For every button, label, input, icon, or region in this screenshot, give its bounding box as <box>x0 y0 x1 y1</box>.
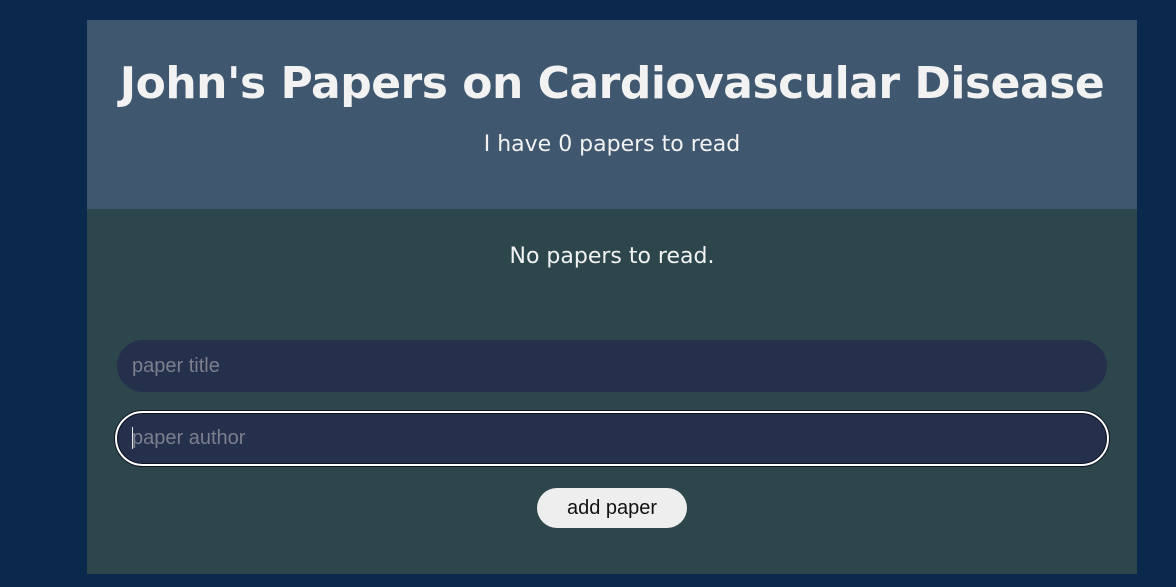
app-container: John's Papers on Cardiovascular Disease … <box>87 20 1137 574</box>
page-title: John's Papers on Cardiovascular Disease <box>119 58 1105 109</box>
text-cursor <box>132 427 133 449</box>
header: John's Papers on Cardiovascular Disease … <box>87 20 1137 209</box>
paper-title-input[interactable] <box>117 340 1107 392</box>
papers-count-text: I have 0 papers to read <box>483 132 741 157</box>
empty-list-message: No papers to read. <box>509 244 715 269</box>
add-paper-button[interactable]: add paper <box>537 488 687 528</box>
paper-author-input[interactable] <box>115 411 1109 466</box>
papers-section: No papers to read. add paper <box>87 209 1137 574</box>
